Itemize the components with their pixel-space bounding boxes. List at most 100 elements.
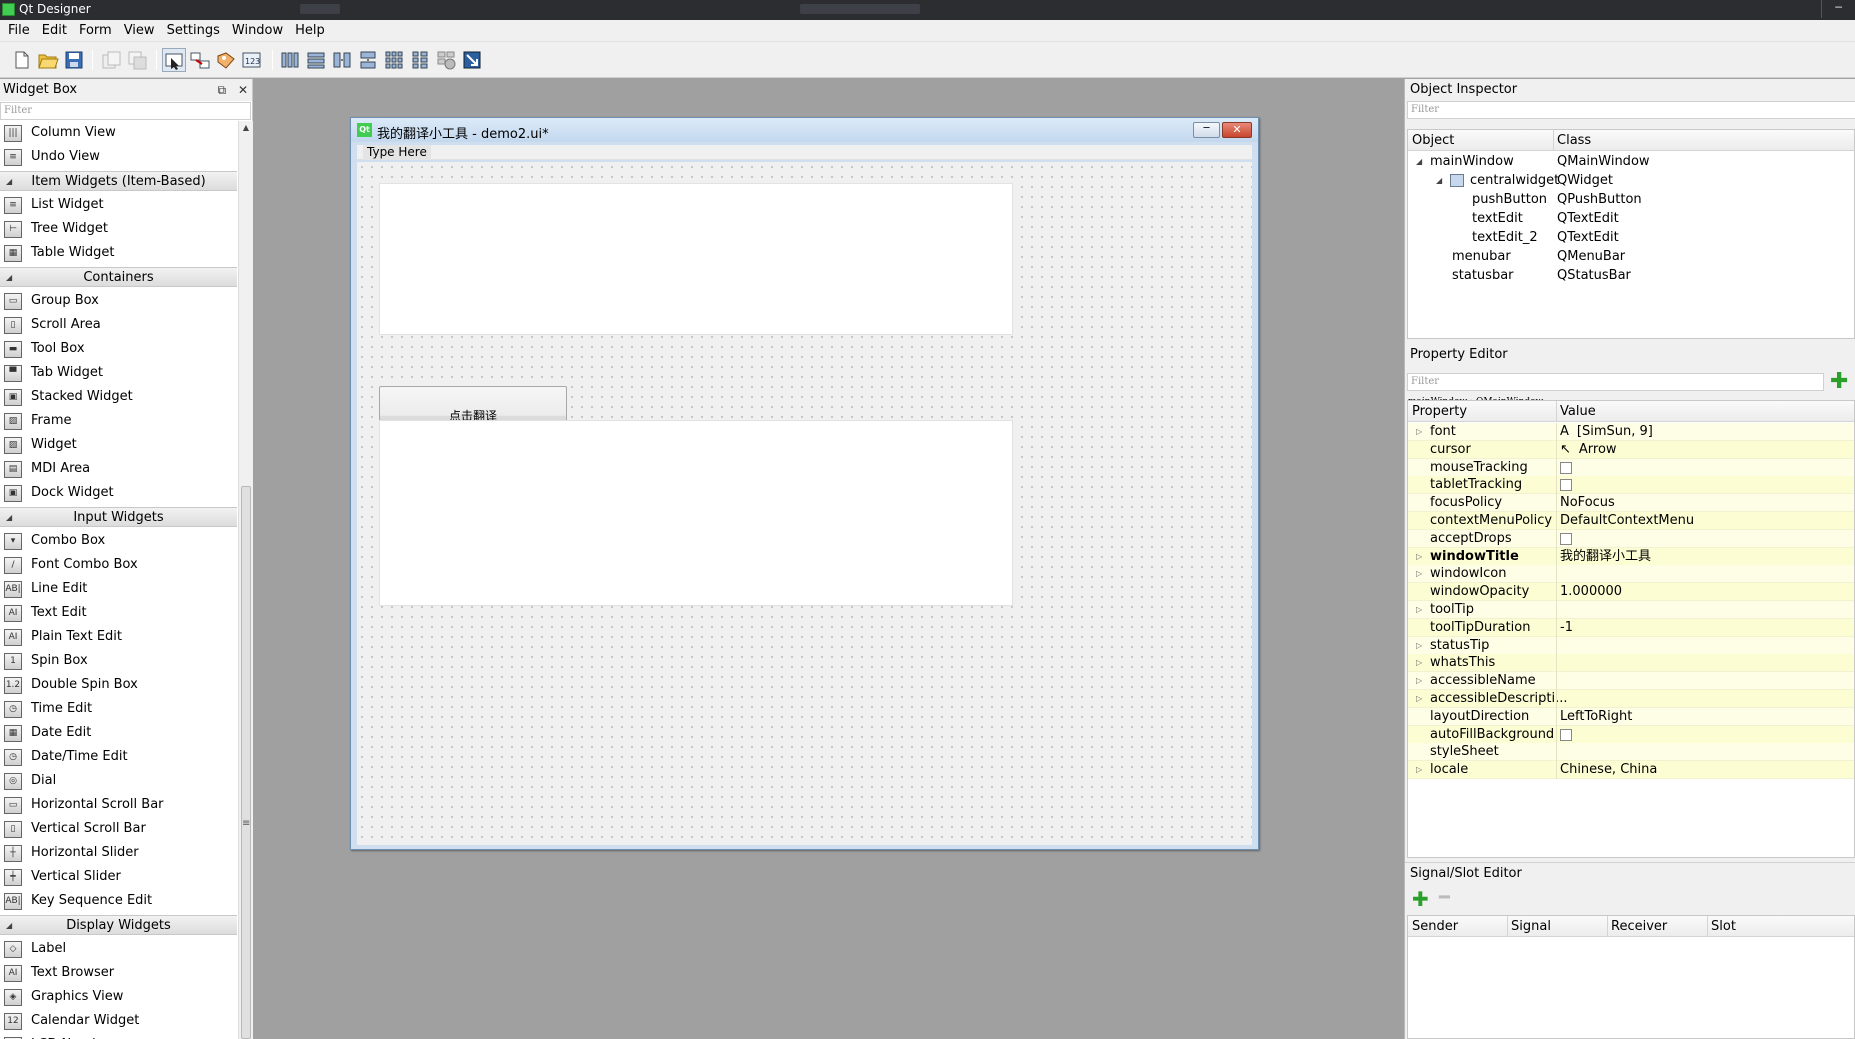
add-connection-icon[interactable]: ✚ xyxy=(1412,887,1429,911)
expand-arrow-icon[interactable]: ▷ xyxy=(1416,423,1422,441)
property-row[interactable]: ▷ whatsThis xyxy=(1408,654,1854,673)
category-header[interactable]: ◢ Containers xyxy=(0,267,237,287)
lay-out-vertically-icon[interactable] xyxy=(304,48,328,72)
expand-arrow-icon[interactable]: ▷ xyxy=(1416,637,1422,655)
column-header-property[interactable]: Property xyxy=(1408,401,1467,422)
menu-edit[interactable]: Edit xyxy=(36,20,73,42)
type-here-menu-placeholder[interactable]: Type Here xyxy=(363,145,431,160)
widget-box-item[interactable]: ◷ Date/Time Edit xyxy=(0,745,237,769)
object-inspector-filter-input[interactable]: Filter xyxy=(1407,101,1855,119)
column-header-sender[interactable]: Sender xyxy=(1408,916,1458,937)
minimize-window-button[interactable]: ─ xyxy=(1821,0,1855,18)
property-row[interactable]: ▷ toolTip xyxy=(1408,601,1854,619)
property-row[interactable]: ▷ locale Chinese, China xyxy=(1408,761,1854,780)
add-dynamic-property-icon[interactable]: ✚ xyxy=(1830,371,1852,393)
lay-out-horizontal-splitter-icon[interactable] xyxy=(330,48,354,72)
widget-box-item[interactable]: ▨ Widget xyxy=(0,433,237,457)
property-row[interactable]: layoutDirection LeftToRight xyxy=(1408,707,1854,726)
column-header-slot[interactable]: Slot xyxy=(1707,916,1736,937)
widget-box-item[interactable]: 12 Calendar Widget xyxy=(0,1009,237,1033)
widget-box-item[interactable]: ┼ Horizontal Slider xyxy=(0,841,237,865)
send-to-back-icon[interactable] xyxy=(126,48,150,72)
tree-row-statusbar[interactable]: statusbar QStatusBar xyxy=(1408,266,1854,285)
widget-box-item[interactable]: ▭ Group Box xyxy=(0,289,237,313)
property-row[interactable]: contextMenuPolicy DefaultContextMenu xyxy=(1408,512,1854,530)
widget-box-item[interactable]: ||| Column View xyxy=(0,121,237,145)
edit-widgets-icon[interactable] xyxy=(162,48,186,72)
edit-signals-slots-icon[interactable] xyxy=(188,48,212,72)
property-row[interactable]: ▷ statusTip xyxy=(1408,636,1854,655)
widget-box-item[interactable]: ◇ Label xyxy=(0,937,237,961)
property-checkbox[interactable] xyxy=(1560,728,1572,741)
property-editor-filter-input[interactable]: Filter xyxy=(1407,373,1824,391)
remove-connection-icon[interactable]: ━ xyxy=(1439,887,1450,908)
adjust-size-icon[interactable] xyxy=(460,48,484,72)
widget-box-item[interactable]: 8LCD Number xyxy=(0,1033,237,1039)
property-row[interactable]: ▷ accessibleName xyxy=(1408,672,1854,691)
widget-box-item[interactable]: ▣ Stacked Widget xyxy=(0,385,237,409)
collapse-arrow-icon[interactable]: ◢ xyxy=(6,508,12,528)
property-row[interactable]: mouseTracking xyxy=(1408,458,1854,477)
tree-row-menubar[interactable]: menubar QMenuBar xyxy=(1408,247,1854,266)
save-icon[interactable] xyxy=(62,48,86,72)
widget-box-item[interactable]: ▤ MDI Area xyxy=(0,457,237,481)
column-header-object[interactable]: Object xyxy=(1408,130,1454,151)
widget-box-item[interactable]: ▣ Dock Widget xyxy=(0,481,237,505)
property-checkbox[interactable] xyxy=(1560,532,1572,545)
widget-box-item[interactable]: ▾ Combo Box xyxy=(0,529,237,553)
property-row[interactable]: cursor ↖ Arrow xyxy=(1408,440,1854,459)
widget-box-item[interactable]: ▀ Tab Widget xyxy=(0,361,237,385)
expand-arrow-icon[interactable]: ▷ xyxy=(1416,548,1422,566)
property-value[interactable]: 1.000000 xyxy=(1560,583,1622,601)
property-checkbox[interactable] xyxy=(1560,479,1572,492)
widget-box-item[interactable]: ◎ Dial xyxy=(0,769,237,793)
collapse-arrow-icon[interactable]: ◢ xyxy=(6,268,12,288)
menu-settings[interactable]: Settings xyxy=(161,20,226,42)
widget-box-item[interactable]: ≡ List Widget xyxy=(0,193,237,217)
property-value[interactable]: LeftToRight xyxy=(1560,708,1632,726)
edit-tab-order-icon[interactable]: 123 xyxy=(240,48,264,72)
property-row[interactable]: windowOpacity 1.000000 xyxy=(1408,583,1854,602)
menu-form[interactable]: Form xyxy=(73,20,118,42)
form-window[interactable]: Qt 我的翻译小工具 - demo2.ui* ─ ✕ Type Here 点击翻… xyxy=(350,117,1259,850)
break-layout-icon[interactable] xyxy=(434,48,458,72)
form-title-bar[interactable]: Qt 我的翻译小工具 - demo2.ui* ─ ✕ xyxy=(351,118,1258,142)
widget-box-item[interactable]: ◷ Time Edit xyxy=(0,697,237,721)
form-central-widget[interactable]: 点击翻译 xyxy=(357,162,1252,845)
menu-file[interactable]: File xyxy=(2,20,36,42)
category-header[interactable]: ◢ Display Widgets xyxy=(0,915,237,935)
column-header-receiver[interactable]: Receiver xyxy=(1607,916,1667,937)
text-edit-2[interactable] xyxy=(379,420,1013,606)
widget-box-item[interactable]: ▯ Vertical Scroll Bar xyxy=(0,817,237,841)
property-row[interactable]: styleSheet xyxy=(1408,743,1854,762)
tree-row-mainwindow[interactable]: ◢ mainWindow QMainWindow xyxy=(1408,152,1854,171)
lay-out-horizontally-icon[interactable] xyxy=(278,48,302,72)
property-value[interactable]: Chinese, China xyxy=(1560,761,1657,779)
menu-window[interactable]: Window xyxy=(226,20,289,42)
property-value[interactable]: DefaultContextMenu xyxy=(1560,512,1694,530)
signal-slot-table[interactable]: Sender Signal Receiver Slot xyxy=(1407,915,1855,1039)
tree-row-textedit[interactable]: textEdit QTextEdit xyxy=(1408,209,1854,228)
category-header[interactable]: ◢ Item Widgets (Item-Based) xyxy=(0,171,237,191)
expand-arrow-icon[interactable]: ▷ xyxy=(1416,672,1422,690)
form-minimize-button[interactable]: ─ xyxy=(1193,122,1220,138)
expand-arrow-icon[interactable]: ▷ xyxy=(1416,690,1422,708)
column-header-value[interactable]: Value xyxy=(1556,401,1596,422)
widget-box-item[interactable]: ⊢ Tree Widget xyxy=(0,217,237,241)
object-inspector-tree[interactable]: Object Class ◢ mainWindow QMainWindow ◢ … xyxy=(1407,129,1855,339)
lay-out-form-icon[interactable] xyxy=(408,48,432,72)
float-panel-icon[interactable]: ⧉ xyxy=(218,83,227,97)
widget-box-item[interactable]: ◈ Graphics View xyxy=(0,985,237,1009)
property-checkbox[interactable] xyxy=(1560,461,1572,474)
collapse-arrow-icon[interactable]: ◢ xyxy=(6,916,12,936)
close-panel-icon[interactable]: ✕ xyxy=(238,83,248,97)
property-row[interactable]: acceptDrops xyxy=(1408,529,1854,548)
copy-icon[interactable] xyxy=(100,48,124,72)
widget-box-item[interactable]: ▬ Tool Box xyxy=(0,337,237,361)
open-folder-icon[interactable] xyxy=(36,48,60,72)
property-value[interactable]: A [SimSun, 9] xyxy=(1560,423,1653,441)
property-row[interactable]: focusPolicy NoFocus xyxy=(1408,494,1854,513)
widget-box-item[interactable]: ▦ Table Widget xyxy=(0,241,237,265)
menu-view[interactable]: View xyxy=(118,20,161,42)
property-row[interactable]: toolTipDuration -1 xyxy=(1408,618,1854,637)
